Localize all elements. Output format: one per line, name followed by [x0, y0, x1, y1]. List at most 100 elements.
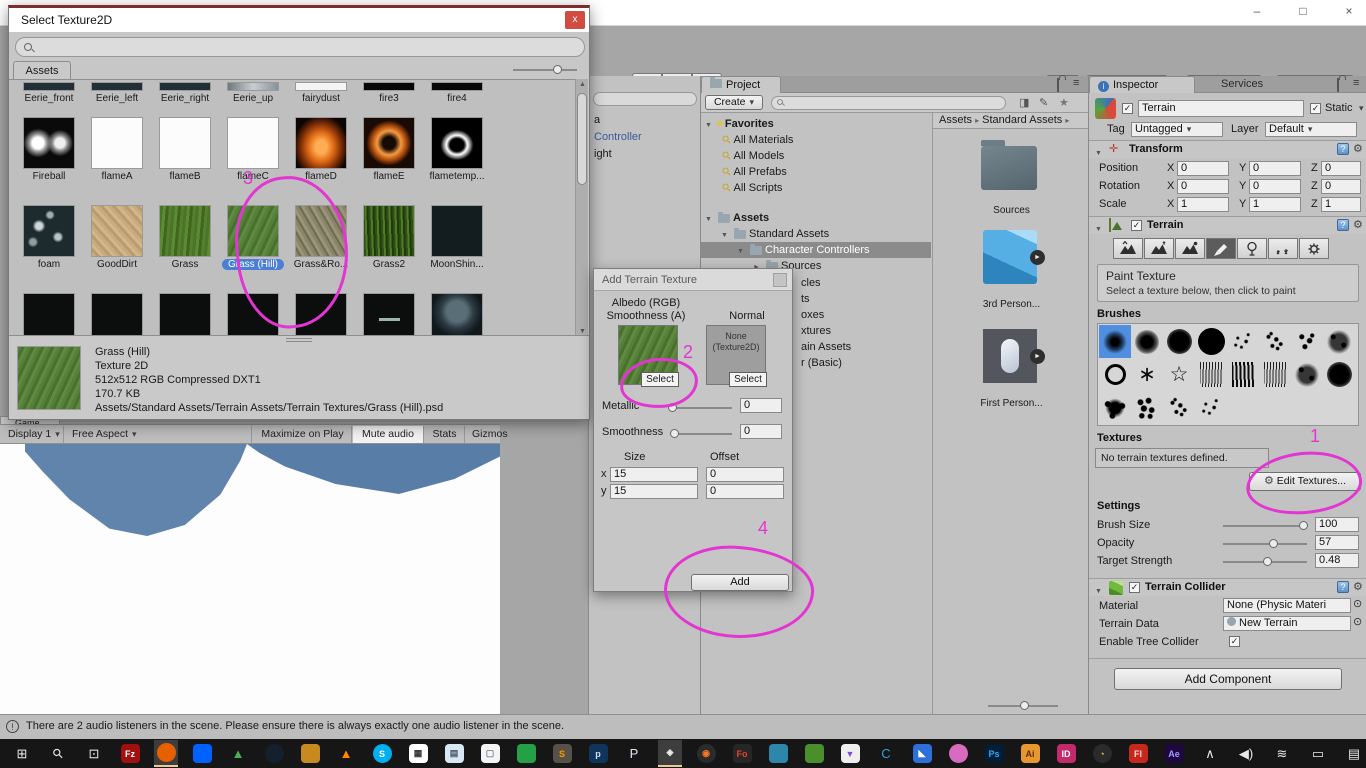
help-icon[interactable] — [1337, 581, 1349, 593]
texture-item[interactable]: flameB — [159, 117, 211, 182]
opacity-field[interactable]: 57 — [1315, 535, 1359, 550]
maximize-on-play-button[interactable]: Maximize on Play — [254, 426, 352, 443]
texture-item[interactable]: flametemp... — [431, 117, 483, 182]
metallic-slider[interactable] — [668, 403, 677, 412]
expand-badge-icon[interactable] — [1030, 250, 1045, 265]
dialog-close-icon[interactable] — [773, 273, 787, 287]
expand-badge-icon[interactable] — [1030, 349, 1045, 364]
tool-smooth-height[interactable] — [1175, 238, 1205, 259]
tool-place-trees[interactable] — [1237, 238, 1267, 259]
hierarchy-search-input[interactable] — [593, 92, 697, 106]
target-strength-field[interactable]: 0.48 — [1315, 553, 1359, 568]
blender-icon[interactable]: ◉ — [694, 740, 718, 767]
tree-standard-assets[interactable]: Standard Assets — [701, 226, 931, 242]
texture-item[interactable]: Grass2 — [363, 205, 415, 270]
close-icon[interactable] — [1334, 4, 1364, 22]
texture-item[interactable]: fairydust — [295, 82, 347, 104]
brush-item[interactable] — [1227, 325, 1259, 358]
albedo-select-button[interactable]: Select — [641, 372, 679, 387]
brush-item[interactable] — [1131, 325, 1163, 358]
brush-item[interactable]: ☆ — [1163, 358, 1195, 391]
select-texture-titlebar[interactable]: Select Texture2D x — [9, 8, 589, 32]
resize-handle[interactable] — [286, 338, 312, 342]
panel-menu-icon[interactable] — [1353, 77, 1359, 89]
firefox-icon[interactable] — [154, 740, 178, 767]
texture-item[interactable]: GoodDirt — [91, 205, 143, 270]
metallic-field[interactable]: 0 — [740, 398, 782, 413]
thumbnail-size-slider[interactable] — [553, 65, 562, 74]
texture-item[interactable]: flameA — [91, 117, 143, 182]
wifi-icon[interactable]: ≋ — [1270, 740, 1294, 767]
tree-all-models[interactable]: All Models — [701, 148, 931, 164]
size-y-field[interactable]: 15 — [610, 484, 698, 499]
offset-y-field[interactable]: 0 — [706, 484, 784, 499]
smoothness-field[interactable]: 0 — [740, 424, 782, 439]
vlc-icon[interactable]: ▲ — [334, 740, 358, 767]
fontforge-icon[interactable]: Fo — [730, 740, 754, 767]
after-effects-icon[interactable]: Ae — [1162, 740, 1186, 767]
brush-item[interactable] — [1259, 325, 1291, 358]
hierarchy-item[interactable]: Controller — [594, 131, 642, 143]
static-dropdown-icon[interactable] — [1355, 102, 1364, 114]
help-icon[interactable] — [1337, 143, 1349, 155]
texture-item[interactable]: flameD — [295, 117, 347, 182]
texture-search-input[interactable] — [15, 37, 585, 57]
blue-tri-app-icon[interactable]: ◣ — [910, 740, 934, 767]
object-picker-icon[interactable] — [1353, 615, 1362, 628]
tool-paint-texture[interactable] — [1206, 238, 1236, 259]
opacity-slider[interactable] — [1269, 539, 1278, 548]
start-icon[interactable]: ⊞ — [10, 740, 34, 767]
brush-item[interactable] — [1099, 325, 1131, 358]
brush-item[interactable]: ∗ — [1131, 358, 1163, 391]
texture-item[interactable] — [363, 293, 415, 338]
rotation-z-field[interactable]: 0 — [1321, 179, 1361, 194]
aspect-dropdown[interactable]: Free Aspect — [66, 426, 252, 443]
add-button[interactable]: Add — [691, 574, 789, 591]
texture-item[interactable]: MoonShin... — [431, 205, 483, 270]
terrain-header[interactable]: Terrain — [1089, 216, 1366, 234]
slider-thumb[interactable] — [1020, 701, 1029, 710]
size-x-field[interactable]: 15 — [610, 467, 698, 482]
assets-tab[interactable]: Assets — [13, 61, 71, 80]
unity-icon[interactable]: ◈ — [658, 740, 682, 767]
texture-item[interactable] — [91, 293, 143, 338]
position-z-field[interactable]: 0 — [1321, 161, 1361, 176]
tab-inspector[interactable]: Inspector — [1089, 76, 1195, 93]
object-picker-icon[interactable] — [1353, 597, 1362, 610]
edit-textures-button[interactable]: Edit Textures... — [1249, 472, 1361, 491]
google-drive-icon[interactable]: ▲ — [226, 740, 250, 767]
tree-favorites[interactable]: Favorites — [701, 116, 931, 132]
asset-sources-folder[interactable] — [981, 146, 1037, 190]
volume-icon[interactable]: ◀) — [1234, 740, 1258, 767]
tree-assets[interactable]: Assets — [701, 210, 931, 226]
target-strength-slider[interactable] — [1263, 557, 1272, 566]
green2-app-icon[interactable] — [802, 740, 826, 767]
texture-item[interactable] — [227, 293, 279, 338]
texture-item[interactable]: Grass&Ro... — [295, 205, 347, 270]
brush-size-field[interactable]: 100 — [1315, 517, 1359, 532]
minimize-icon[interactable] — [1242, 4, 1272, 22]
search-icon[interactable]: ⚲ — [46, 740, 70, 767]
gear-icon[interactable] — [1353, 218, 1363, 231]
material-field[interactable]: None (Physic Materi — [1223, 598, 1351, 613]
dialog-titlebar[interactable]: Add Terrain Texture — [594, 269, 792, 291]
create-button[interactable]: Create — [705, 95, 763, 110]
tab-project[interactable]: Project — [701, 76, 781, 93]
brush-item[interactable] — [1227, 358, 1259, 391]
battery-icon[interactable]: ▭ — [1306, 740, 1330, 767]
thumbnail-size-slider[interactable] — [988, 700, 1058, 710]
tray-chevron-icon[interactable]: ∧ — [1198, 740, 1222, 767]
powershell-icon[interactable]: P — [622, 740, 646, 767]
collider-enabled-checkbox[interactable] — [1129, 582, 1140, 593]
enable-tree-collider-checkbox[interactable] — [1229, 636, 1240, 647]
texture-item[interactable] — [159, 293, 211, 338]
brush-size-slider[interactable] — [1299, 521, 1308, 530]
dropbox-icon[interactable] — [190, 740, 214, 767]
rotation-x-field[interactable]: 0 — [1177, 179, 1229, 194]
tool-paint-height[interactable] — [1144, 238, 1174, 259]
stats-button[interactable]: Stats — [425, 426, 465, 443]
tree-character-controllers[interactable]: Character Controllers — [701, 242, 931, 258]
brush-item[interactable] — [1163, 325, 1195, 358]
tool-paint-details[interactable] — [1268, 238, 1298, 259]
flash-icon[interactable]: Fl — [1126, 740, 1150, 767]
